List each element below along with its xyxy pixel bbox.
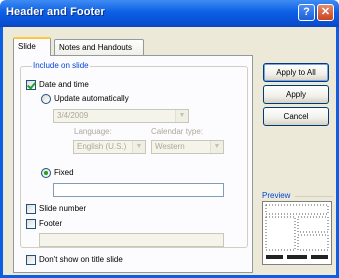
date-format-combo[interactable]: 3/4/2009 ▼ [53, 109, 189, 123]
preview-label: Preview [262, 191, 291, 200]
language-value: English (U.S.) [77, 142, 127, 151]
footer-label: Footer [39, 219, 63, 228]
apply-to-all-button[interactable]: Apply to All [263, 63, 329, 82]
help-button[interactable]: ? [298, 4, 315, 21]
footer-input[interactable] [39, 233, 224, 247]
calendar-type-label: Calendar type: [151, 127, 204, 136]
fixed-label: Fixed [54, 168, 74, 177]
preview-divider [295, 196, 333, 197]
tab-panel: Include on slide Date and time Update au… [13, 55, 253, 273]
calendar-type-value: Western [155, 142, 185, 151]
date-and-time-checkbox[interactable] [26, 80, 36, 90]
footer-checkbox[interactable] [26, 219, 36, 229]
date-format-value: 3/4/2009 [57, 111, 89, 120]
window-title: Header and Footer [6, 6, 105, 18]
tab-slide[interactable]: Slide [13, 37, 51, 56]
slide-layout-preview-icon [265, 204, 329, 259]
close-icon: ✕ [320, 6, 331, 18]
slide-number-checkbox[interactable] [26, 204, 36, 214]
chevron-down-icon: ▼ [132, 141, 145, 153]
calendar-type-combo[interactable]: Western ▼ [151, 140, 224, 154]
chevron-down-icon: ▼ [175, 110, 188, 122]
include-on-slide-group: Include on slide Date and time Update au… [20, 61, 248, 248]
fixed-date-input[interactable] [53, 183, 224, 197]
dont-show-on-title-slide-checkbox[interactable] [26, 255, 36, 265]
cancel-button[interactable]: Cancel [263, 107, 329, 126]
tab-notes-and-handouts[interactable]: Notes and Handouts [54, 39, 144, 55]
question-mark-icon: ? [303, 6, 310, 18]
dont-show-on-title-slide-label: Don't show on title slide [39, 255, 123, 264]
slide-preview [262, 201, 332, 265]
update-automatically-label: Update automatically [54, 94, 129, 103]
slide-number-label: Slide number [39, 204, 87, 213]
date-and-time-label: Date and time [39, 80, 89, 89]
dialog-body: Slide Notes and Handouts Include on slid… [0, 27, 339, 278]
language-label: Language: [74, 127, 112, 136]
fixed-radio[interactable] [41, 168, 51, 178]
group-label: Include on slide [32, 61, 90, 70]
update-automatically-radio[interactable] [41, 94, 51, 104]
title-bar: Header and Footer ? ✕ [0, 0, 339, 27]
chevron-down-icon: ▼ [210, 141, 223, 153]
close-button[interactable]: ✕ [317, 4, 334, 21]
apply-button[interactable]: Apply [263, 85, 329, 104]
language-combo[interactable]: English (U.S.) ▼ [73, 140, 146, 154]
